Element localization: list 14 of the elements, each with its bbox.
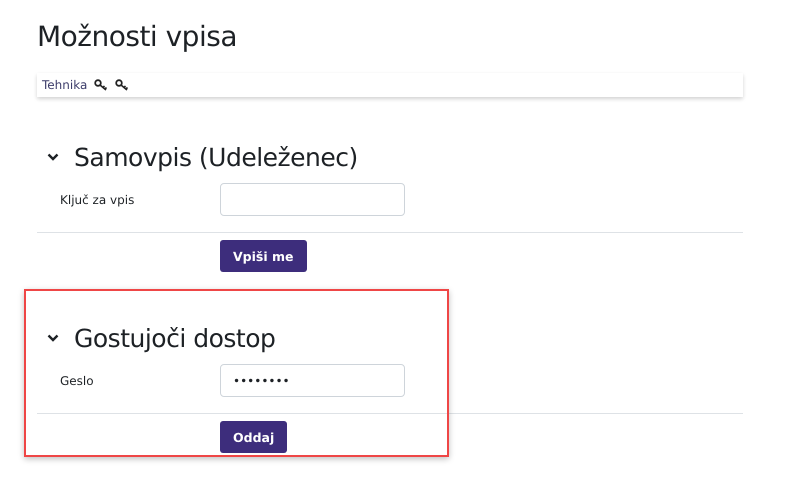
input-field[interactable] — [220, 183, 405, 216]
section-heading: Gostujoči dostop — [74, 324, 276, 352]
course-name: Tehnika — [42, 78, 88, 92]
submit-button[interactable]: Vpiši me — [220, 240, 306, 272]
key-icon — [115, 79, 130, 91]
page-title: Možnosti vpisa — [37, 20, 238, 53]
chevron-icon[interactable] — [47, 334, 59, 342]
chevron-icon[interactable] — [47, 153, 59, 161]
field-label: Geslo — [59, 374, 95, 388]
section-heading: Samovpis (Udeleženec) — [74, 142, 358, 172]
field-label: Ključ za vpis — [59, 192, 136, 206]
submit-button[interactable]: Oddaj — [220, 421, 288, 453]
input-field[interactable]: •••••••• — [220, 364, 405, 397]
key-icon — [94, 79, 108, 91]
